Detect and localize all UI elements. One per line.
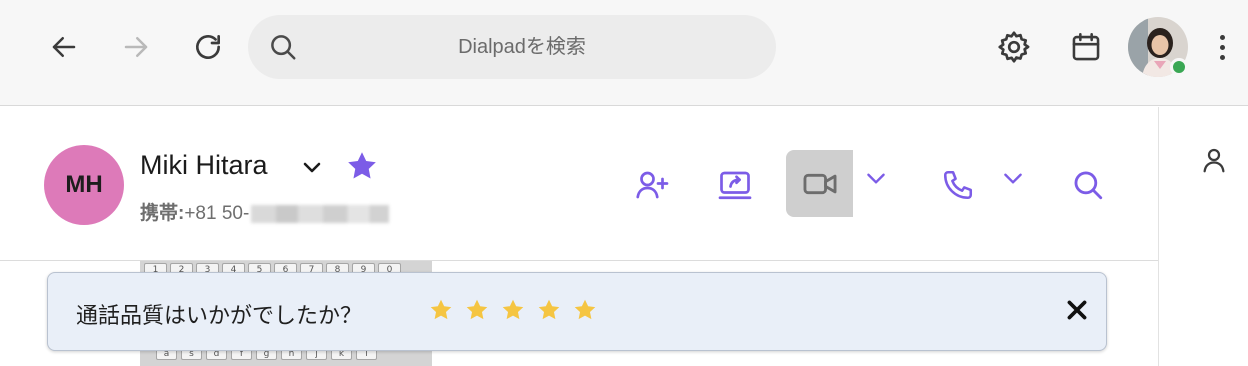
phone-label: 携帯: <box>140 203 185 224</box>
contact-name[interactable]: Miki Hitara <box>140 150 268 181</box>
settings-button[interactable] <box>994 27 1034 67</box>
reload-icon <box>196 35 220 59</box>
video-camera-icon <box>803 173 836 194</box>
phone-icon <box>943 170 973 200</box>
contact-details-button[interactable] <box>1195 141 1233 179</box>
rating-star-icon[interactable] <box>428 297 454 323</box>
kebab-dot <box>1219 34 1225 40</box>
calendar-icon <box>1072 32 1100 61</box>
reload-button[interactable] <box>188 27 228 67</box>
calendar-button[interactable] <box>1066 27 1106 67</box>
browser-toolbar <box>0 0 1248 106</box>
rating-star-icon[interactable] <box>536 297 562 323</box>
search-icon <box>1074 171 1103 200</box>
favorite-star-icon[interactable] <box>344 148 380 189</box>
back-button[interactable] <box>44 27 84 67</box>
rating-stars <box>428 297 598 323</box>
forward-button[interactable] <box>116 27 156 67</box>
presence-indicator <box>1170 58 1188 76</box>
chevron-down-icon[interactable] <box>300 155 324 184</box>
chevron-down-icon <box>867 173 885 184</box>
contact-header <box>0 107 1158 261</box>
search-icon <box>268 32 298 67</box>
close-banner-button[interactable] <box>1062 295 1092 325</box>
rating-star-icon[interactable] <box>464 297 490 323</box>
more-menu-button[interactable] <box>1210 27 1234 67</box>
contact-phone: 携帯:+81 50- <box>140 198 390 225</box>
search-conversation-button[interactable] <box>1066 164 1110 206</box>
screen-share-icon <box>718 171 752 200</box>
rating-question: 通話品質はいかがでしたか？ <box>76 304 363 329</box>
video-call-button[interactable] <box>786 150 853 217</box>
rating-star-icon[interactable] <box>500 297 526 323</box>
video-options-dropdown[interactable] <box>862 164 890 192</box>
add-person-button[interactable] <box>630 164 674 206</box>
rating-star-icon[interactable] <box>572 297 598 323</box>
call-options-dropdown[interactable] <box>999 164 1027 192</box>
phone-number: +81 50- <box>184 203 250 224</box>
phone-call-button[interactable] <box>938 164 978 206</box>
right-rail <box>1158 107 1248 366</box>
close-icon <box>1067 300 1087 320</box>
redacted-phone <box>251 204 390 223</box>
search-input[interactable] <box>248 15 776 79</box>
add-person-icon <box>636 171 669 199</box>
kebab-dot <box>1219 54 1225 60</box>
arrow-right-icon <box>124 37 148 57</box>
call-quality-banner: 通話品質はいかがでしたか？ <box>47 272 1107 351</box>
gear-icon <box>998 31 1030 63</box>
search-bar[interactable] <box>248 15 776 79</box>
chevron-down-icon <box>1004 173 1022 184</box>
contact-avatar[interactable]: MH <box>44 145 124 225</box>
kebab-dot <box>1219 44 1225 50</box>
person-icon <box>1203 148 1225 173</box>
screen-share-button[interactable] <box>712 164 758 206</box>
arrow-left-icon <box>52 37 76 57</box>
